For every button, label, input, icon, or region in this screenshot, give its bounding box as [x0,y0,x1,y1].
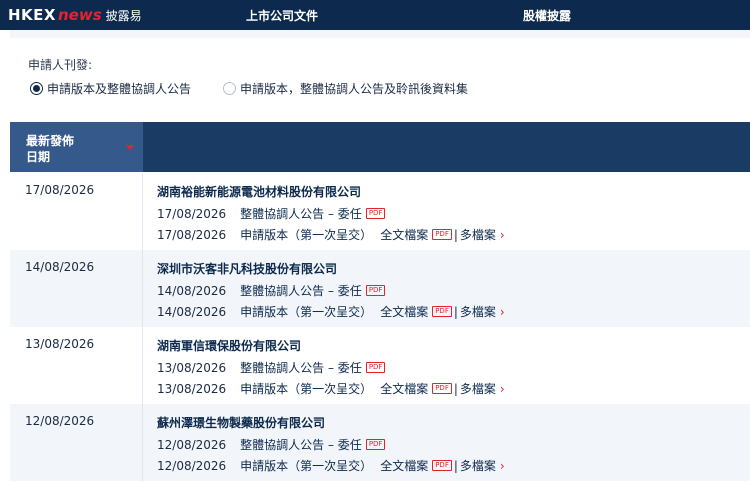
nav-disclosure-of-interests[interactable]: 股權披露 [523,7,571,24]
radio-label: 申請版本，整體協調人公告及聆訊後資料集 [240,82,469,96]
company-name: 深圳市沃客非凡科技股份有限公司 [157,262,338,276]
pdf-icon[interactable]: PDF [432,306,452,317]
full-document-link[interactable]: 全文檔案 [380,380,428,397]
multi-file-link[interactable]: 多檔案 [460,380,496,397]
document-line: 12/08/2026 整體協調人公告 – 委任 PDF [157,436,386,453]
pdf-icon[interactable]: PDF [432,383,452,394]
company-name: 湖南軍信環保股份有限公司 [157,339,302,353]
chevron-right-icon[interactable]: › [500,228,505,242]
pdf-icon[interactable]: PDF [432,229,452,240]
radio-label: 申請版本及整體協調人公告 [47,82,192,96]
full-document-link[interactable]: 全文檔案 [380,226,428,243]
oc-announcement-link[interactable]: 整體協調人公告 – 委任 [240,436,362,453]
document-date: 17/08/2026 [157,227,227,242]
company-name: 湖南裕能新能源電池材料股份有限公司 [157,185,362,199]
release-date: 13/08/2026 [25,337,95,351]
release-date: 17/08/2026 [25,183,95,197]
logo-cn: 披露易 [105,8,142,23]
row-divider [142,173,143,250]
document-date: 12/08/2026 [157,437,227,452]
sort-caret-down-icon[interactable] [126,145,134,150]
logo-hkex: HKEX [8,6,56,24]
multi-file-link[interactable]: 多檔案 [460,303,496,320]
row-divider [142,327,143,404]
release-date: 12/08/2026 [25,414,95,428]
document-date: 14/08/2026 [157,283,227,298]
radio-option-application-and-oc[interactable]: 申請版本及整體協調人公告 [30,80,191,97]
pdf-icon[interactable]: PDF [365,208,386,219]
column-header-line1: 最新發佈 [26,134,75,148]
oc-announcement-link[interactable]: 整體協調人公告 – 委任 [240,282,362,299]
separator: | [453,381,458,396]
document-date: 12/08/2026 [157,458,227,473]
top-nav-bar: HKEX news 披露易 上市公司文件 股權披露 [0,0,750,30]
pdf-icon[interactable]: PDF [365,439,386,450]
chevron-right-icon[interactable]: › [500,305,505,319]
application-proof-title: 申請版本（第一次呈交） [240,459,373,473]
chevron-right-icon[interactable]: › [500,382,505,396]
filter-label: 申請人刊發: [28,58,93,72]
chevron-right-icon[interactable]: › [500,459,505,473]
pdf-icon[interactable]: PDF [365,285,386,296]
document-line: 12/08/2026 申請版本（第一次呈交） 全文檔案 PDF | 多檔案 › [157,457,505,474]
oc-announcement-link[interactable]: 整體協調人公告 – 委任 [240,205,362,222]
document-date: 13/08/2026 [157,360,227,375]
multi-file-link[interactable]: 多檔案 [460,457,496,474]
column-header-label: 最新發佈 日期 [26,133,116,165]
company-name: 蘇州澤璟生物製藥股份有限公司 [157,416,326,430]
full-document-link[interactable]: 全文檔案 [380,303,428,320]
application-proof-title: 申請版本（第一次呈交） [240,228,373,242]
pdf-icon[interactable]: PDF [365,362,386,373]
pdf-icon[interactable]: PDF [432,460,452,471]
document-line: 17/08/2026 申請版本（第一次呈交） 全文檔案 PDF | 多檔案 › [157,226,505,243]
radio-unchecked-icon[interactable] [223,82,236,95]
logo-news: news [58,6,102,24]
row-divider [142,404,143,481]
column-header-line2: 日期 [26,150,51,164]
separator: | [453,304,458,319]
nav-listed-company-documents[interactable]: 上市公司文件 [246,7,318,24]
document-line: 14/08/2026 整體協調人公告 – 委任 PDF [157,282,386,299]
application-proof-title: 申請版本（第一次呈交） [240,382,373,396]
document-line: 13/08/2026 整體協調人公告 – 委任 PDF [157,359,386,376]
radio-checked-icon[interactable] [30,82,43,95]
application-proof-title: 申請版本（第一次呈交） [240,305,373,319]
full-document-link[interactable]: 全文檔案 [380,457,428,474]
document-date: 13/08/2026 [157,381,227,396]
document-line: 17/08/2026 整體協調人公告 – 委任 PDF [157,205,386,222]
hkexnews-logo[interactable]: HKEX news 披露易 [8,6,142,24]
release-date: 14/08/2026 [25,260,95,274]
multi-file-link[interactable]: 多檔案 [460,226,496,243]
row-divider [142,250,143,327]
document-line: 13/08/2026 申請版本（第一次呈交） 全文檔案 PDF | 多檔案 › [157,380,505,397]
document-date: 17/08/2026 [157,206,227,221]
oc-announcement-link[interactable]: 整體協調人公告 – 委任 [240,359,362,376]
document-date: 14/08/2026 [157,304,227,319]
separator: | [453,458,458,473]
separator: | [453,227,458,242]
document-line: 14/08/2026 申請版本（第一次呈交） 全文檔案 PDF | 多檔案 › [157,303,505,320]
radio-option-application-oc-phip[interactable]: 申請版本，整體協調人公告及聆訊後資料集 [223,80,468,97]
